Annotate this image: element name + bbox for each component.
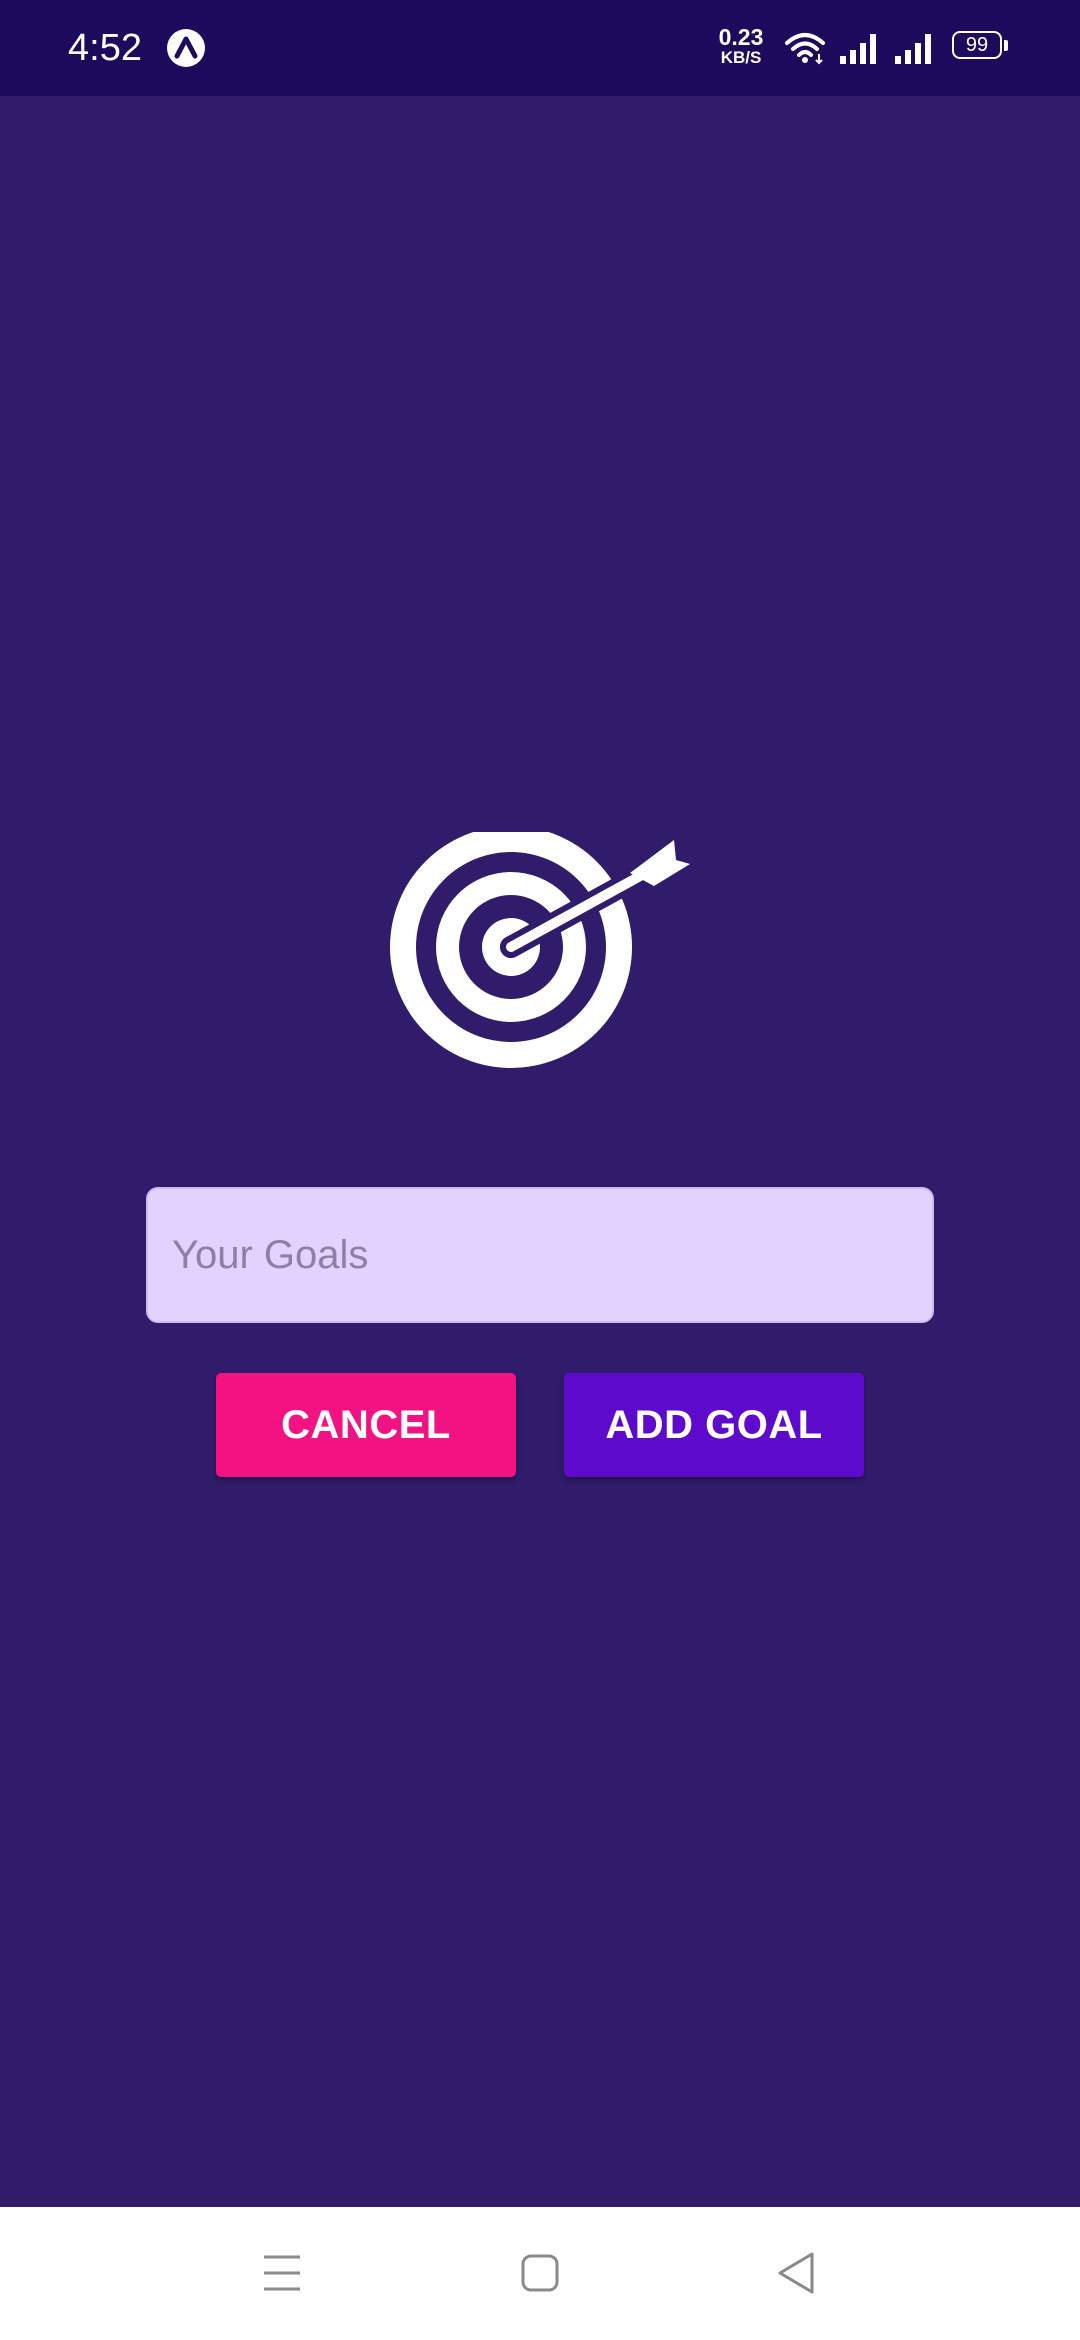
cancel-button[interactable]: CANCEL — [216, 1373, 516, 1477]
target-arrow-icon — [390, 832, 690, 1068]
home-icon[interactable] — [500, 2237, 580, 2309]
network-speed: 0.23 KB/S — [714, 26, 768, 67]
battery-level: 99 — [965, 34, 989, 56]
add-goal-button[interactable]: ADD GOAL — [564, 1373, 864, 1477]
app-indicator-icon — [167, 29, 205, 67]
navigation-bar — [0, 2207, 1080, 2340]
wifi-icon — [785, 33, 825, 65]
goal-input[interactable] — [146, 1187, 934, 1323]
menu-icon[interactable] — [242, 2237, 322, 2309]
battery-cap — [1004, 40, 1008, 51]
status-time: 4:52 — [68, 27, 142, 69]
network-speed-unit: KB/S — [720, 48, 762, 67]
signal-icon — [840, 34, 876, 64]
battery-icon: 99 — [952, 31, 1010, 65]
back-icon[interactable] — [758, 2237, 838, 2309]
network-speed-value: 0.23 — [718, 24, 764, 50]
signal-icon — [895, 34, 931, 64]
status-bar: 4:52 0.23 KB/S 99 — [0, 0, 1080, 96]
